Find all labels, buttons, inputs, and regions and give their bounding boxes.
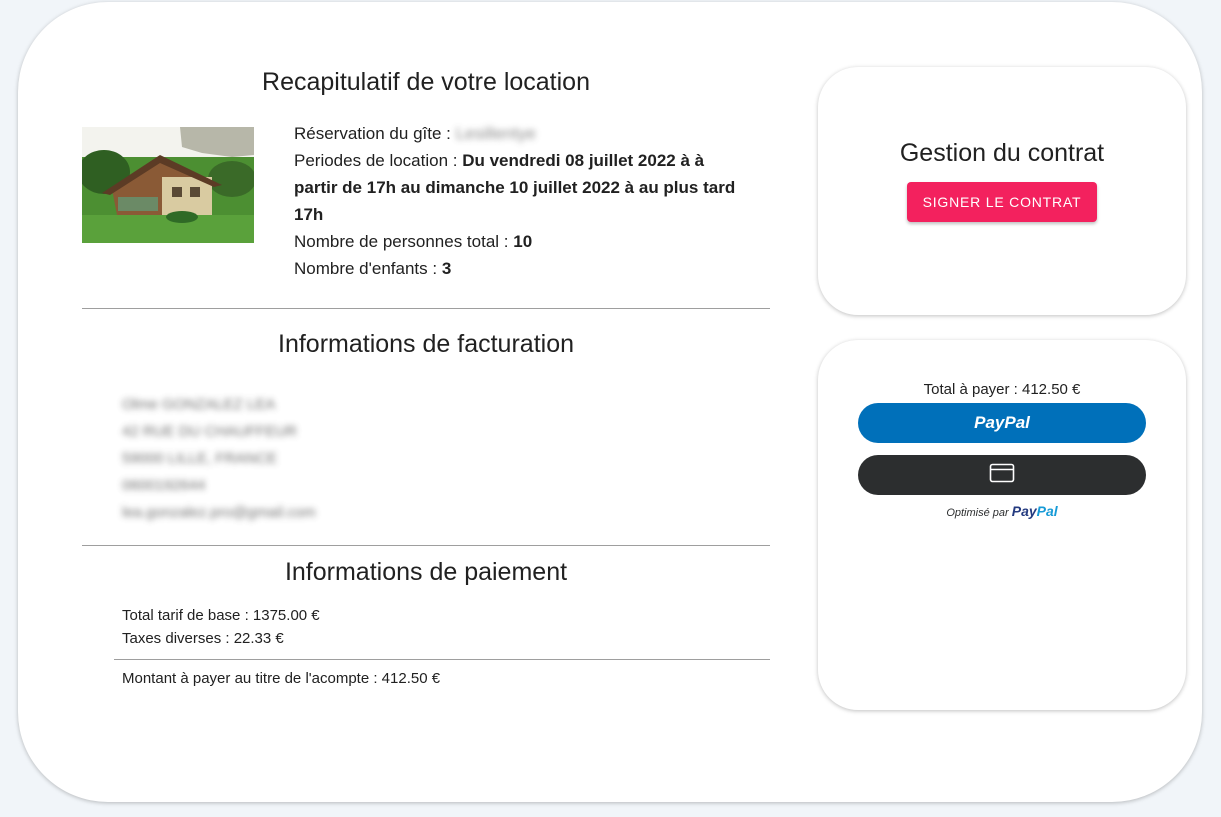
paypal-label: PayPal: [974, 413, 1030, 432]
periods-row: Periodes de location : Du vendredi 08 ju…: [294, 147, 704, 174]
periods-value-2: partir de 17h au dimanche 10 juillet 202…: [294, 178, 736, 197]
paypal-button[interactable]: PayPal: [858, 403, 1146, 443]
card-payment-button[interactable]: [858, 455, 1146, 495]
people-row: Nombre de personnes total : 10: [294, 228, 532, 255]
periods-value-3: 17h: [294, 205, 324, 224]
base-rate: Total tarif de base : 1375.00 €: [122, 607, 320, 624]
billing-title: Informations de facturation: [278, 330, 574, 358]
total-to-pay: Total à payer : 412.50 €: [923, 381, 1081, 398]
people-value: 10: [513, 232, 533, 251]
paypal-powered-by: Optimisé par PayPal: [858, 503, 1146, 519]
contract-title: Gestion du contrat: [899, 139, 1105, 167]
credit-card-icon: [989, 463, 1015, 488]
gite-photo: [82, 127, 254, 243]
billing-address: 42 RUE DU CHAUFFEUR: [122, 423, 298, 440]
powered-prefix: Optimisé par: [946, 507, 1009, 519]
billing-phone: 0600192644: [122, 477, 206, 494]
divider: [82, 308, 770, 309]
periods-label: Periodes de location :: [294, 151, 463, 170]
gite-label: Réservation du gîte :: [294, 124, 456, 143]
divider: [114, 659, 770, 660]
periods-row-2: partir de 17h au dimanche 10 juillet 202…: [294, 174, 735, 201]
periods-value-1: Du vendredi 08 juillet 2022 à à: [462, 151, 705, 170]
deposit-amount: Montant à payer au titre de l'acompte : …: [122, 670, 441, 687]
sign-contract-button[interactable]: SIGNER LE CONTRAT: [907, 182, 1097, 222]
payment-title: Informations de paiement: [284, 558, 568, 586]
paypal-logo-pay: Pay: [1011, 503, 1037, 519]
divider: [82, 545, 770, 546]
paypal-logo-pal: Pal: [1036, 503, 1058, 519]
gite-row: Réservation du gîte : Lesillentye: [294, 120, 536, 147]
billing-email: lea.gonzalez.pro@gmail.com: [122, 504, 316, 521]
billing-city: 59000 LILLE, FRANCE: [122, 450, 278, 467]
children-value: 3: [441, 259, 452, 278]
periods-row-3: 17h: [294, 201, 323, 228]
children-row: Nombre d'enfants : 3: [294, 255, 451, 282]
people-label: Nombre de personnes total :: [294, 232, 514, 251]
billing-name: Olme GONZALEZ LEA: [122, 396, 276, 413]
taxes: Taxes diverses : 22.33 €: [122, 630, 284, 647]
recap-title: Recapitulatif de votre location: [262, 68, 590, 96]
gite-name: Lesillentye: [455, 124, 536, 143]
children-label: Nombre d'enfants :: [294, 259, 442, 278]
